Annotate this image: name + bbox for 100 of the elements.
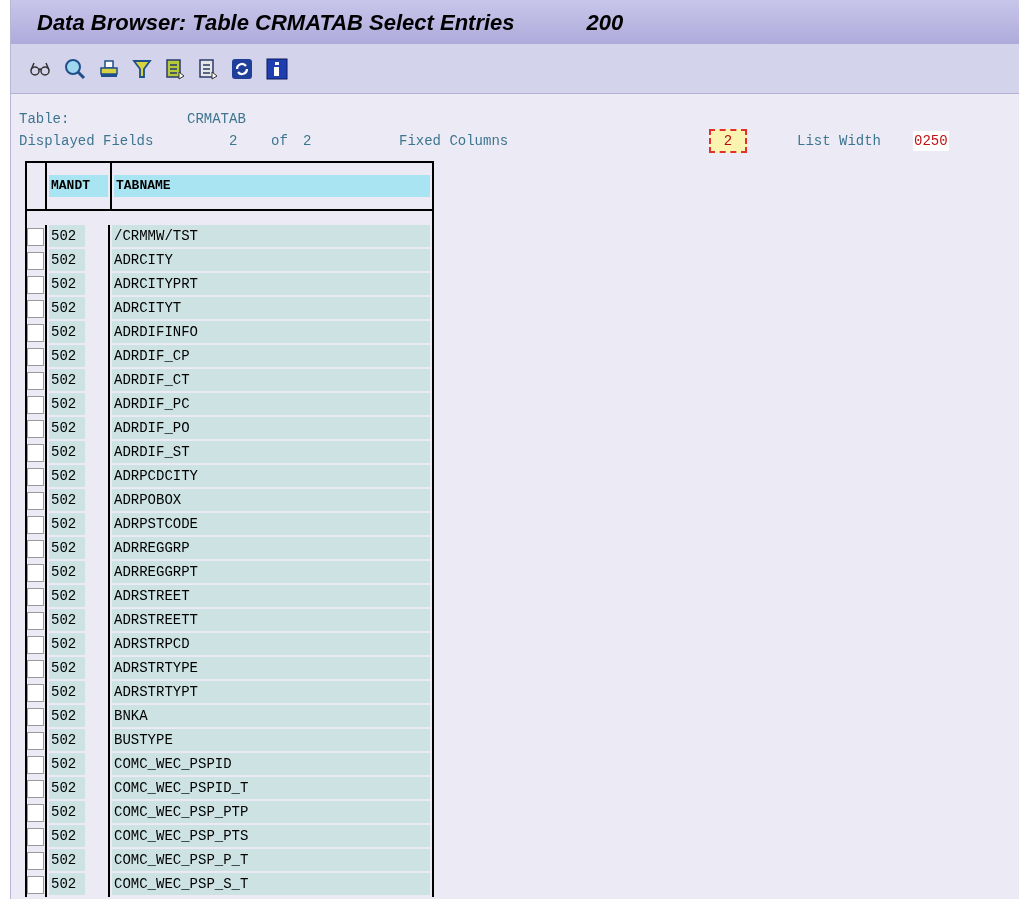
table-cell: 502 — [49, 513, 85, 535]
displayed-fields-label: Displayed Fields — [19, 132, 155, 151]
table-cell: 502 — [49, 489, 85, 511]
table-cell: 502 — [49, 417, 85, 439]
table-cell: 502 — [49, 297, 85, 319]
table-label: Table: — [19, 110, 71, 129]
displayed-fields-total: 2 — [303, 132, 313, 151]
row-checkbox[interactable] — [27, 420, 44, 438]
table-cell: 502 — [49, 345, 85, 367]
row-checkbox[interactable] — [27, 756, 44, 774]
displayed-fields-of: of — [271, 132, 289, 151]
row-checkbox[interactable] — [27, 324, 44, 342]
table-cell: ADRPOBOX — [112, 489, 430, 511]
row-checkbox[interactable] — [27, 252, 44, 270]
table-cell: 502 — [49, 705, 85, 727]
row-checkbox[interactable] — [27, 828, 44, 846]
table-cell: ADRREGGRP — [112, 537, 430, 559]
table-cell: 502 — [49, 633, 85, 655]
table-cell: ADRDIF_PO — [112, 417, 430, 439]
row-checkbox[interactable] — [27, 540, 44, 558]
table-cell: COMC_WEC_PSP_P_T — [112, 849, 430, 871]
list-width-value: 0250 — [913, 131, 949, 151]
row-checkbox[interactable] — [27, 612, 44, 630]
table-cell: 502 — [49, 753, 85, 775]
document-icon[interactable] — [165, 57, 185, 80]
table-cell: /CRMMW/TST — [112, 225, 430, 247]
table-cell: 502 — [49, 465, 85, 487]
document-icon[interactable] — [198, 57, 218, 80]
table-cell: 502 — [49, 777, 85, 799]
row-checkbox[interactable] — [27, 228, 44, 246]
row-checkbox[interactable] — [27, 636, 44, 654]
table-cell: ADRDIFINFO — [112, 321, 430, 343]
table-cell: ADRSTREETT — [112, 609, 430, 631]
column-header[interactable]: MANDT — [49, 175, 108, 197]
table-cell: 502 — [49, 657, 85, 679]
window-title: Data Browser: Table CRMATAB Select Entries — [37, 8, 515, 37]
search-icon[interactable] — [64, 57, 86, 80]
row-checkbox[interactable] — [27, 492, 44, 510]
table-name: CRMATAB — [187, 110, 246, 129]
glasses-icon[interactable] — [29, 60, 51, 77]
table-cell: 502 — [49, 441, 85, 463]
table-cell: 502 — [49, 249, 85, 271]
row-checkbox[interactable] — [27, 876, 44, 894]
table-cell: 502 — [49, 801, 85, 823]
row-checkbox[interactable] — [27, 708, 44, 726]
row-checkbox[interactable] — [27, 516, 44, 534]
table-cell: ADRDIF_ST — [112, 441, 430, 463]
table-cell: 502 — [49, 585, 85, 607]
row-checkbox[interactable] — [27, 684, 44, 702]
row-checkbox[interactable] — [27, 468, 44, 486]
table-cell: 502 — [49, 537, 85, 559]
row-checkbox[interactable] — [27, 852, 44, 870]
table-cell: ADRCITYPRT — [112, 273, 430, 295]
row-checkbox[interactable] — [27, 588, 44, 606]
table-cell: 502 — [49, 825, 85, 847]
table-cell: 502 — [49, 273, 85, 295]
row-checkbox[interactable] — [27, 276, 44, 294]
column-header[interactable]: TABNAME — [114, 175, 430, 197]
row-checkbox[interactable] — [27, 732, 44, 750]
row-checkbox[interactable] — [27, 780, 44, 798]
row-checkbox[interactable] — [27, 372, 44, 390]
table-cell: ADRSTREET — [112, 585, 430, 607]
row-checkbox[interactable] — [27, 348, 44, 366]
table-cell: COMC_WEC_PSPID_T — [112, 777, 430, 799]
table-cell: COMC_WEC_PSP_S_T — [112, 873, 430, 895]
table-cell: COMC_WEC_PSPID — [112, 753, 430, 775]
printer-icon[interactable] — [99, 58, 119, 79]
table-cell: 502 — [49, 225, 85, 247]
row-checkbox[interactable] — [27, 300, 44, 318]
row-checkbox[interactable] — [27, 660, 44, 678]
fixed-columns-field[interactable]: 2 — [709, 129, 747, 153]
refresh-icon[interactable] — [231, 57, 253, 80]
row-checkbox[interactable] — [27, 396, 44, 414]
row-checkbox[interactable] — [27, 444, 44, 462]
row-checkbox[interactable] — [27, 804, 44, 822]
displayed-fields-count: 2 — [229, 132, 239, 151]
fixed-columns-label: Fixed Columns — [399, 132, 510, 151]
table-cell: 502 — [49, 681, 85, 703]
table-cell: BNKA — [112, 705, 430, 727]
info-icon[interactable] — [266, 57, 288, 80]
table-cell: BUSTYPE — [112, 729, 430, 751]
table-cell: ADRPSTCODE — [112, 513, 430, 535]
table-cell: ADRREGGRPT — [112, 561, 430, 583]
table-cell: 502 — [49, 321, 85, 343]
table-cell: ADRSTRTYPT — [112, 681, 430, 703]
table-cell: 502 — [49, 561, 85, 583]
table-cell: ADRSTRPCD — [112, 633, 430, 655]
table-cell: 502 — [49, 609, 85, 631]
table-cell: COMC_WEC_PSP_PTS — [112, 825, 430, 847]
table-cell: 502 — [49, 849, 85, 871]
table-cell: ADRCITYT — [112, 297, 430, 319]
table-cell: ADRDIF_CP — [112, 345, 430, 367]
row-checkbox[interactable] — [27, 564, 44, 582]
table-cell: 502 — [49, 393, 85, 415]
filter-icon[interactable] — [132, 58, 152, 79]
table-cell: COMC_WEC_PSP_PTP — [112, 801, 430, 823]
table-cell: ADRDIF_PC — [112, 393, 430, 415]
table-cell: ADRCITY — [112, 249, 430, 271]
table-cell: ADRSTRTYPE — [112, 657, 430, 679]
table-cell: ADRDIF_CT — [112, 369, 430, 391]
